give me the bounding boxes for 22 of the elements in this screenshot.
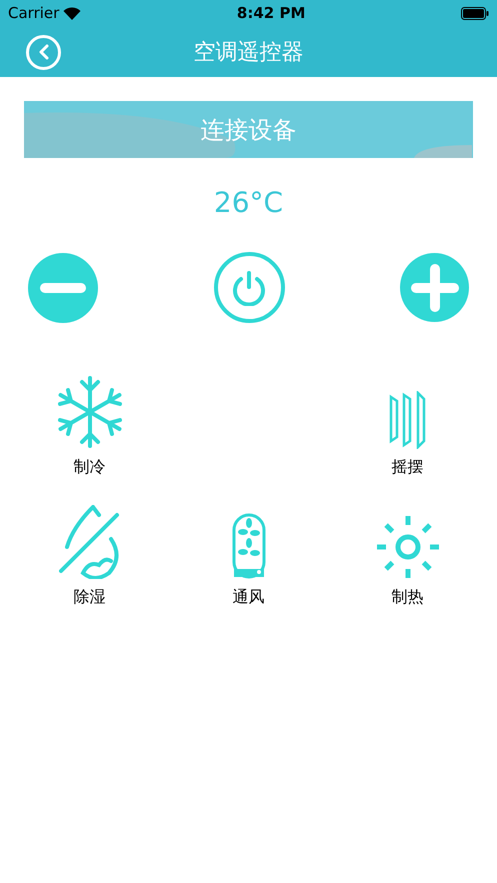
temperature-reading: 26°C <box>214 185 284 221</box>
minus-icon <box>40 282 86 292</box>
snowflake-icon <box>56 375 122 449</box>
fan-tower-icon <box>232 513 266 579</box>
chevron-left-icon <box>38 44 48 60</box>
mode-button[interactable]: 制热 <box>328 505 487 609</box>
mode-button[interactable]: 除湿 <box>10 505 169 609</box>
page-title: 空调遥控器 <box>194 38 304 66</box>
battery-icon <box>460 7 489 20</box>
carrier-label: Carrier <box>8 3 60 24</box>
back-button[interactable] <box>26 34 61 70</box>
sun-icon <box>376 515 440 579</box>
louver-icon <box>388 391 426 449</box>
wifi-icon <box>63 7 82 20</box>
status-time: 8:42 PM <box>236 3 306 24</box>
crossed-drop-icon <box>58 505 120 579</box>
power-button[interactable] <box>214 252 284 323</box>
mode-button[interactable]: 制冷 <box>10 375 169 479</box>
plus-icon <box>410 264 458 312</box>
power-icon <box>231 270 267 306</box>
mode-button[interactable]: 通风 <box>169 505 328 609</box>
mode-button[interactable]: 摇摆 <box>328 375 487 479</box>
